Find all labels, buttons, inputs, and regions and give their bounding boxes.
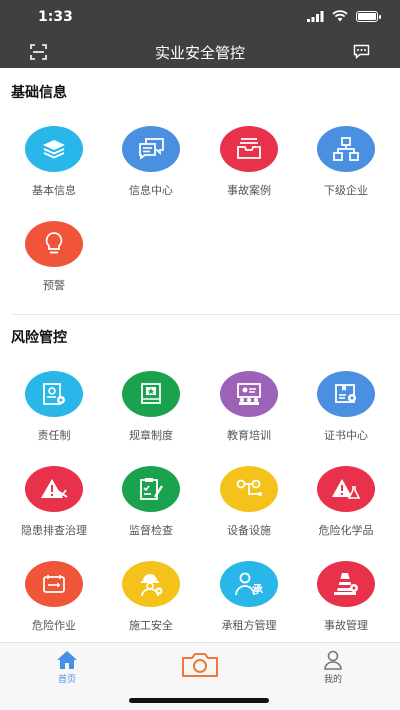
item-label: 设备设施	[227, 524, 271, 537]
document-gear-icon	[25, 371, 83, 417]
grid-item-warning[interactable]: 预警	[5, 221, 103, 293]
grid-item-hazardous-chemicals[interactable]: 危险化学品	[297, 466, 395, 538]
user-icon	[324, 650, 342, 670]
item-label: 责任制	[37, 429, 71, 442]
tab-mine[interactable]: 我的	[316, 650, 350, 685]
section-divider	[12, 314, 400, 315]
chemical-warning-icon	[317, 466, 375, 512]
item-label: 信息中心	[129, 184, 173, 197]
grid-item-basic-info[interactable]: 基本信息	[5, 126, 103, 198]
cone-icon	[317, 561, 375, 607]
home-icon	[57, 651, 77, 669]
item-label: 规章制度	[129, 429, 173, 442]
wifi-icon	[332, 10, 348, 22]
grid-item-dangerous-work[interactable]: 危险作业	[5, 561, 103, 633]
section-title-risk: 风险管控	[11, 330, 67, 346]
item-label: 预警	[43, 279, 65, 292]
section-title-basic: 基础信息	[11, 85, 67, 101]
item-label: 基本信息	[32, 184, 76, 197]
grid-item-certificate-center[interactable]: 证书中心	[297, 371, 395, 443]
equipment-icon	[220, 466, 278, 512]
grid-item-hazard-inspection[interactable]: 隐患排查治理	[5, 466, 103, 538]
item-label: 承租方管理	[221, 619, 277, 632]
worker-icon	[122, 561, 180, 607]
item-label: 隐患排查治理	[21, 524, 87, 537]
message-icon[interactable]	[353, 44, 370, 59]
grid-item-accident-cases[interactable]: 事故案例	[200, 126, 298, 198]
layers-icon	[25, 126, 83, 172]
grid-item-supervision-check[interactable]: 监督检查	[102, 466, 200, 538]
grid-item-responsibility[interactable]: 责任制	[5, 371, 103, 443]
grid-item-tenant-management[interactable]: 承 承租方管理	[200, 561, 298, 633]
camera-icon	[182, 653, 218, 677]
tab-home[interactable]: 首页	[50, 650, 84, 685]
org-chart-icon	[317, 126, 375, 172]
bulb-icon	[25, 221, 83, 267]
danger-work-icon	[25, 561, 83, 607]
home-indicator	[129, 698, 269, 703]
item-label: 教育培训	[227, 429, 271, 442]
status-time: 1:33	[38, 9, 73, 25]
inbox-icon	[220, 126, 278, 172]
grid-item-equipment[interactable]: 设备设施	[200, 466, 298, 538]
classroom-icon	[220, 371, 278, 417]
app-header: 1:33 实业安全管控	[0, 0, 400, 68]
item-label: 危险化学品	[318, 524, 374, 537]
svg-text:承: 承	[252, 582, 264, 596]
item-label: 事故案例	[227, 184, 271, 197]
item-label: 监督检查	[129, 524, 173, 537]
item-label: 危险作业	[32, 619, 76, 632]
grid-item-accident-management[interactable]: 事故管理	[297, 561, 395, 633]
grid-item-info-center[interactable]: 信息中心	[102, 126, 200, 198]
page-title: 实业安全管控	[154, 44, 245, 62]
book-star-icon	[122, 371, 180, 417]
tenant-icon: 承	[220, 561, 278, 607]
messages-icon	[122, 126, 180, 172]
item-label: 下级企业	[324, 184, 368, 197]
tab-mine-label: 我的	[323, 675, 342, 685]
status-icons	[307, 10, 381, 22]
grid-item-education-training[interactable]: 教育培训	[200, 371, 298, 443]
item-label: 证书中心	[324, 429, 368, 442]
warning-icon	[25, 466, 83, 512]
item-label: 事故管理	[324, 619, 368, 632]
battery-icon	[356, 10, 381, 22]
item-label: 施工安全	[129, 619, 173, 632]
grid-item-regulations[interactable]: 规章制度	[102, 371, 200, 443]
clipboard-check-icon	[122, 466, 180, 512]
grid-item-construction-safety[interactable]: 施工安全	[102, 561, 200, 633]
tab-home-label: 首页	[57, 675, 76, 685]
signal-icon	[307, 10, 324, 22]
camera-button[interactable]	[180, 652, 220, 678]
certificate-icon	[317, 371, 375, 417]
grid-item-sub-enterprise[interactable]: 下级企业	[297, 126, 395, 198]
